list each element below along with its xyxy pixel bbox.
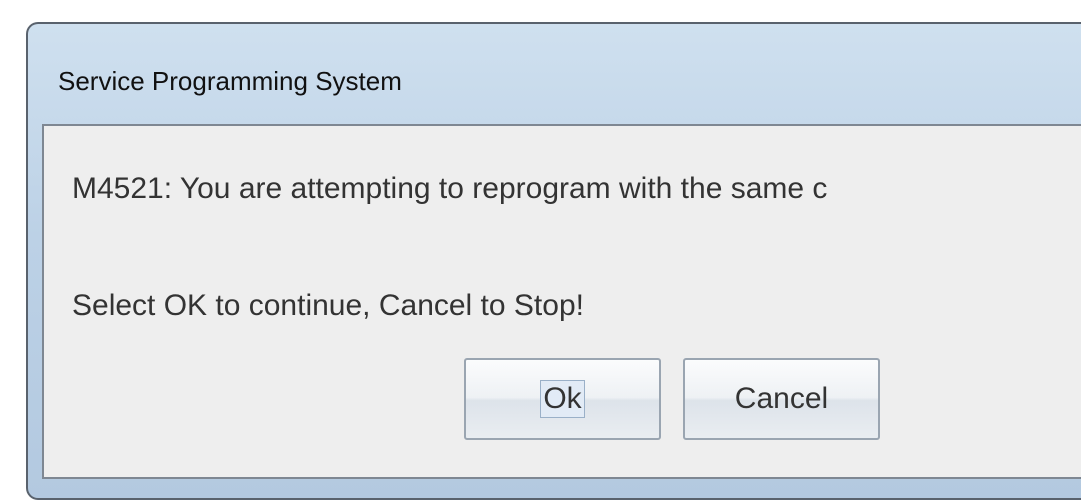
dialog-window: Service Programming System M4521: You ar…: [26, 22, 1081, 500]
ok-button-label: Ok: [540, 380, 585, 418]
message-text: M4521: You are attempting to reprogram w…: [72, 172, 828, 205]
instruction-text: Select OK to continue, Cancel to Stop!: [72, 289, 584, 322]
title-bar[interactable]: Service Programming System: [28, 24, 1081, 124]
ok-button[interactable]: Ok: [464, 358, 661, 440]
dialog-title: Service Programming System: [58, 66, 402, 96]
cancel-button[interactable]: Cancel: [683, 358, 880, 440]
cancel-button-label: Cancel: [734, 382, 829, 415]
dialog-content: M4521: You are attempting to reprogram w…: [42, 124, 1081, 479]
